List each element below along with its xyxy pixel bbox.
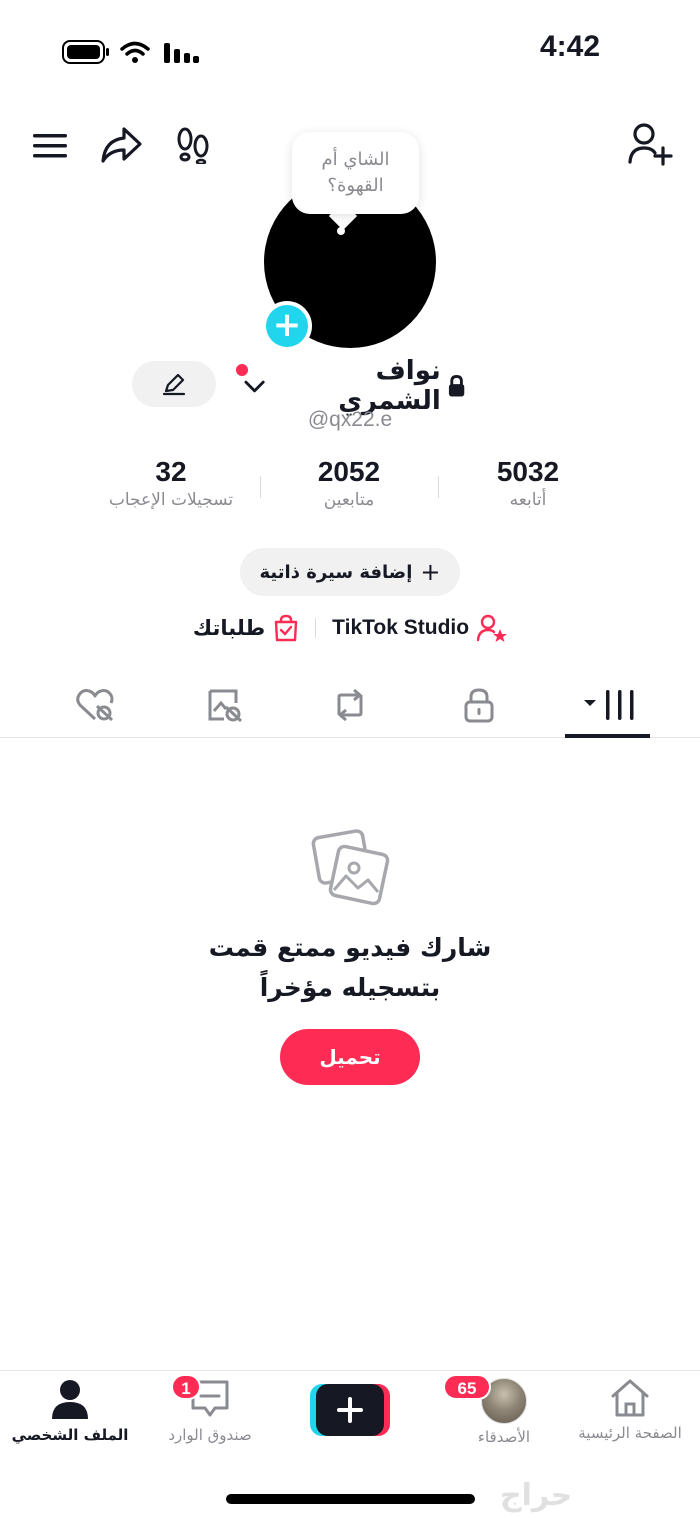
- grid-filter-icon: [584, 690, 634, 720]
- status-bar: 4:42: [0, 0, 700, 100]
- shopping-bag-icon: [274, 614, 298, 642]
- active-tab-indicator: [565, 734, 650, 738]
- share-arrow-icon: [101, 127, 142, 163]
- menu-button[interactable]: [28, 124, 72, 168]
- links-divider: [315, 618, 317, 638]
- likes-label: تسجيلات الإعجاب: [108, 490, 234, 510]
- friends-badge: 65: [443, 1374, 491, 1400]
- nav-home-label: الصفحة الرئيسية: [578, 1424, 682, 1442]
- following-label: أتابعه: [509, 490, 547, 510]
- tiktok-studio-label: TikTok Studio: [332, 616, 470, 639]
- add-friend-button[interactable]: [624, 120, 676, 168]
- lock-icon: [464, 688, 494, 723]
- pencil-icon: [162, 373, 186, 396]
- profile-person-icon: [52, 1380, 88, 1419]
- footprint-button[interactable]: [170, 122, 216, 168]
- add-avatar-button[interactable]: +: [262, 301, 312, 351]
- nav-profile-label: الملف الشخصي: [11, 1426, 129, 1444]
- hamburger-icon: [33, 134, 67, 158]
- signal-icon: [162, 40, 200, 64]
- links-row: طلباتك TikTok Studio: [0, 610, 700, 646]
- profile-handle: @qx22.e: [307, 408, 393, 431]
- tiktok-studio-link[interactable]: TikTok Studio: [332, 614, 508, 642]
- home-icon: [611, 1379, 649, 1417]
- empty-state-icon: [310, 828, 392, 908]
- orders-link[interactable]: طلباتك: [193, 614, 299, 642]
- tab-reposts[interactable]: [280, 672, 420, 738]
- wifi-icon: [120, 40, 150, 64]
- add-bio-label: إضافة سيرة ذاتية: [259, 561, 413, 583]
- plus-icon: [337, 1397, 363, 1423]
- create-button-body: [316, 1384, 384, 1436]
- watermark-text: حراج: [500, 1478, 573, 1513]
- watermark-logo: حراج: [500, 1478, 572, 1513]
- tagged-hidden-icon: [208, 689, 243, 723]
- nav-home[interactable]: الصفحة الرئيسية: [560, 1378, 700, 1458]
- followers-stat[interactable]: 2052 متابعين: [249, 456, 449, 510]
- create-button[interactable]: [310, 1384, 390, 1436]
- bubble-dot: [337, 227, 345, 235]
- repost-icon: [337, 688, 363, 722]
- upload-label: تحميل: [319, 1045, 381, 1069]
- inbox-badge: 1: [171, 1374, 201, 1400]
- followers-label: متابعين: [323, 490, 375, 510]
- empty-state-line2: بتسجيله مؤخراً: [259, 973, 441, 1002]
- status-bubble[interactable]: الشاي أم القهوة؟: [292, 132, 419, 214]
- nav-inbox-label: صندوق الوارد: [168, 1426, 252, 1444]
- tab-private[interactable]: [409, 672, 549, 738]
- orders-label: طلباتك: [192, 616, 266, 640]
- status-time: 4:42: [539, 30, 601, 63]
- following-stat[interactable]: 5032 أتابعه: [428, 456, 628, 510]
- chevron-down-icon: [244, 380, 265, 393]
- upload-button[interactable]: تحميل: [280, 1029, 420, 1085]
- tab-videos[interactable]: [540, 672, 680, 738]
- nav-inbox[interactable]: صندوق الوارد: [140, 1378, 280, 1458]
- add-bio-button[interactable]: إضافة سيرة ذاتية +: [240, 548, 460, 596]
- edit-profile-button[interactable]: [132, 361, 216, 407]
- creator-star-icon: [477, 614, 508, 642]
- share-button[interactable]: [98, 122, 144, 168]
- home-indicator: [226, 1494, 475, 1504]
- plus-icon: +: [420, 558, 441, 586]
- following-count: 5032: [496, 456, 560, 487]
- battery-icon: [62, 40, 110, 64]
- nav-friends-label: الأصدقاء: [477, 1428, 531, 1446]
- profile-name: نواف الشمري: [338, 356, 441, 416]
- footprint-icon: [177, 127, 209, 164]
- likes-stat[interactable]: 32 تسجيلات الإعجاب: [71, 456, 271, 510]
- account-switcher[interactable]: نواف الشمري: [244, 356, 466, 416]
- heart-hidden-icon: [76, 689, 114, 722]
- bubble-text: الشاي أم القهوة؟: [321, 149, 390, 196]
- followers-count: 2052: [317, 456, 381, 487]
- content-tabs: [0, 672, 700, 738]
- lock-icon: [448, 374, 465, 397]
- plus-icon: +: [266, 305, 308, 347]
- empty-state-line1: شارك فيديو ممتع قمت: [208, 933, 492, 962]
- likes-count: 32: [155, 456, 187, 487]
- tab-favorites[interactable]: [155, 672, 295, 738]
- empty-state-message: شارك فيديو ممتع قمت بتسجيله مؤخراً: [0, 928, 700, 1008]
- tab-liked[interactable]: [25, 672, 165, 738]
- nav-profile[interactable]: الملف الشخصي: [0, 1378, 140, 1458]
- add-person-icon: [628, 123, 673, 166]
